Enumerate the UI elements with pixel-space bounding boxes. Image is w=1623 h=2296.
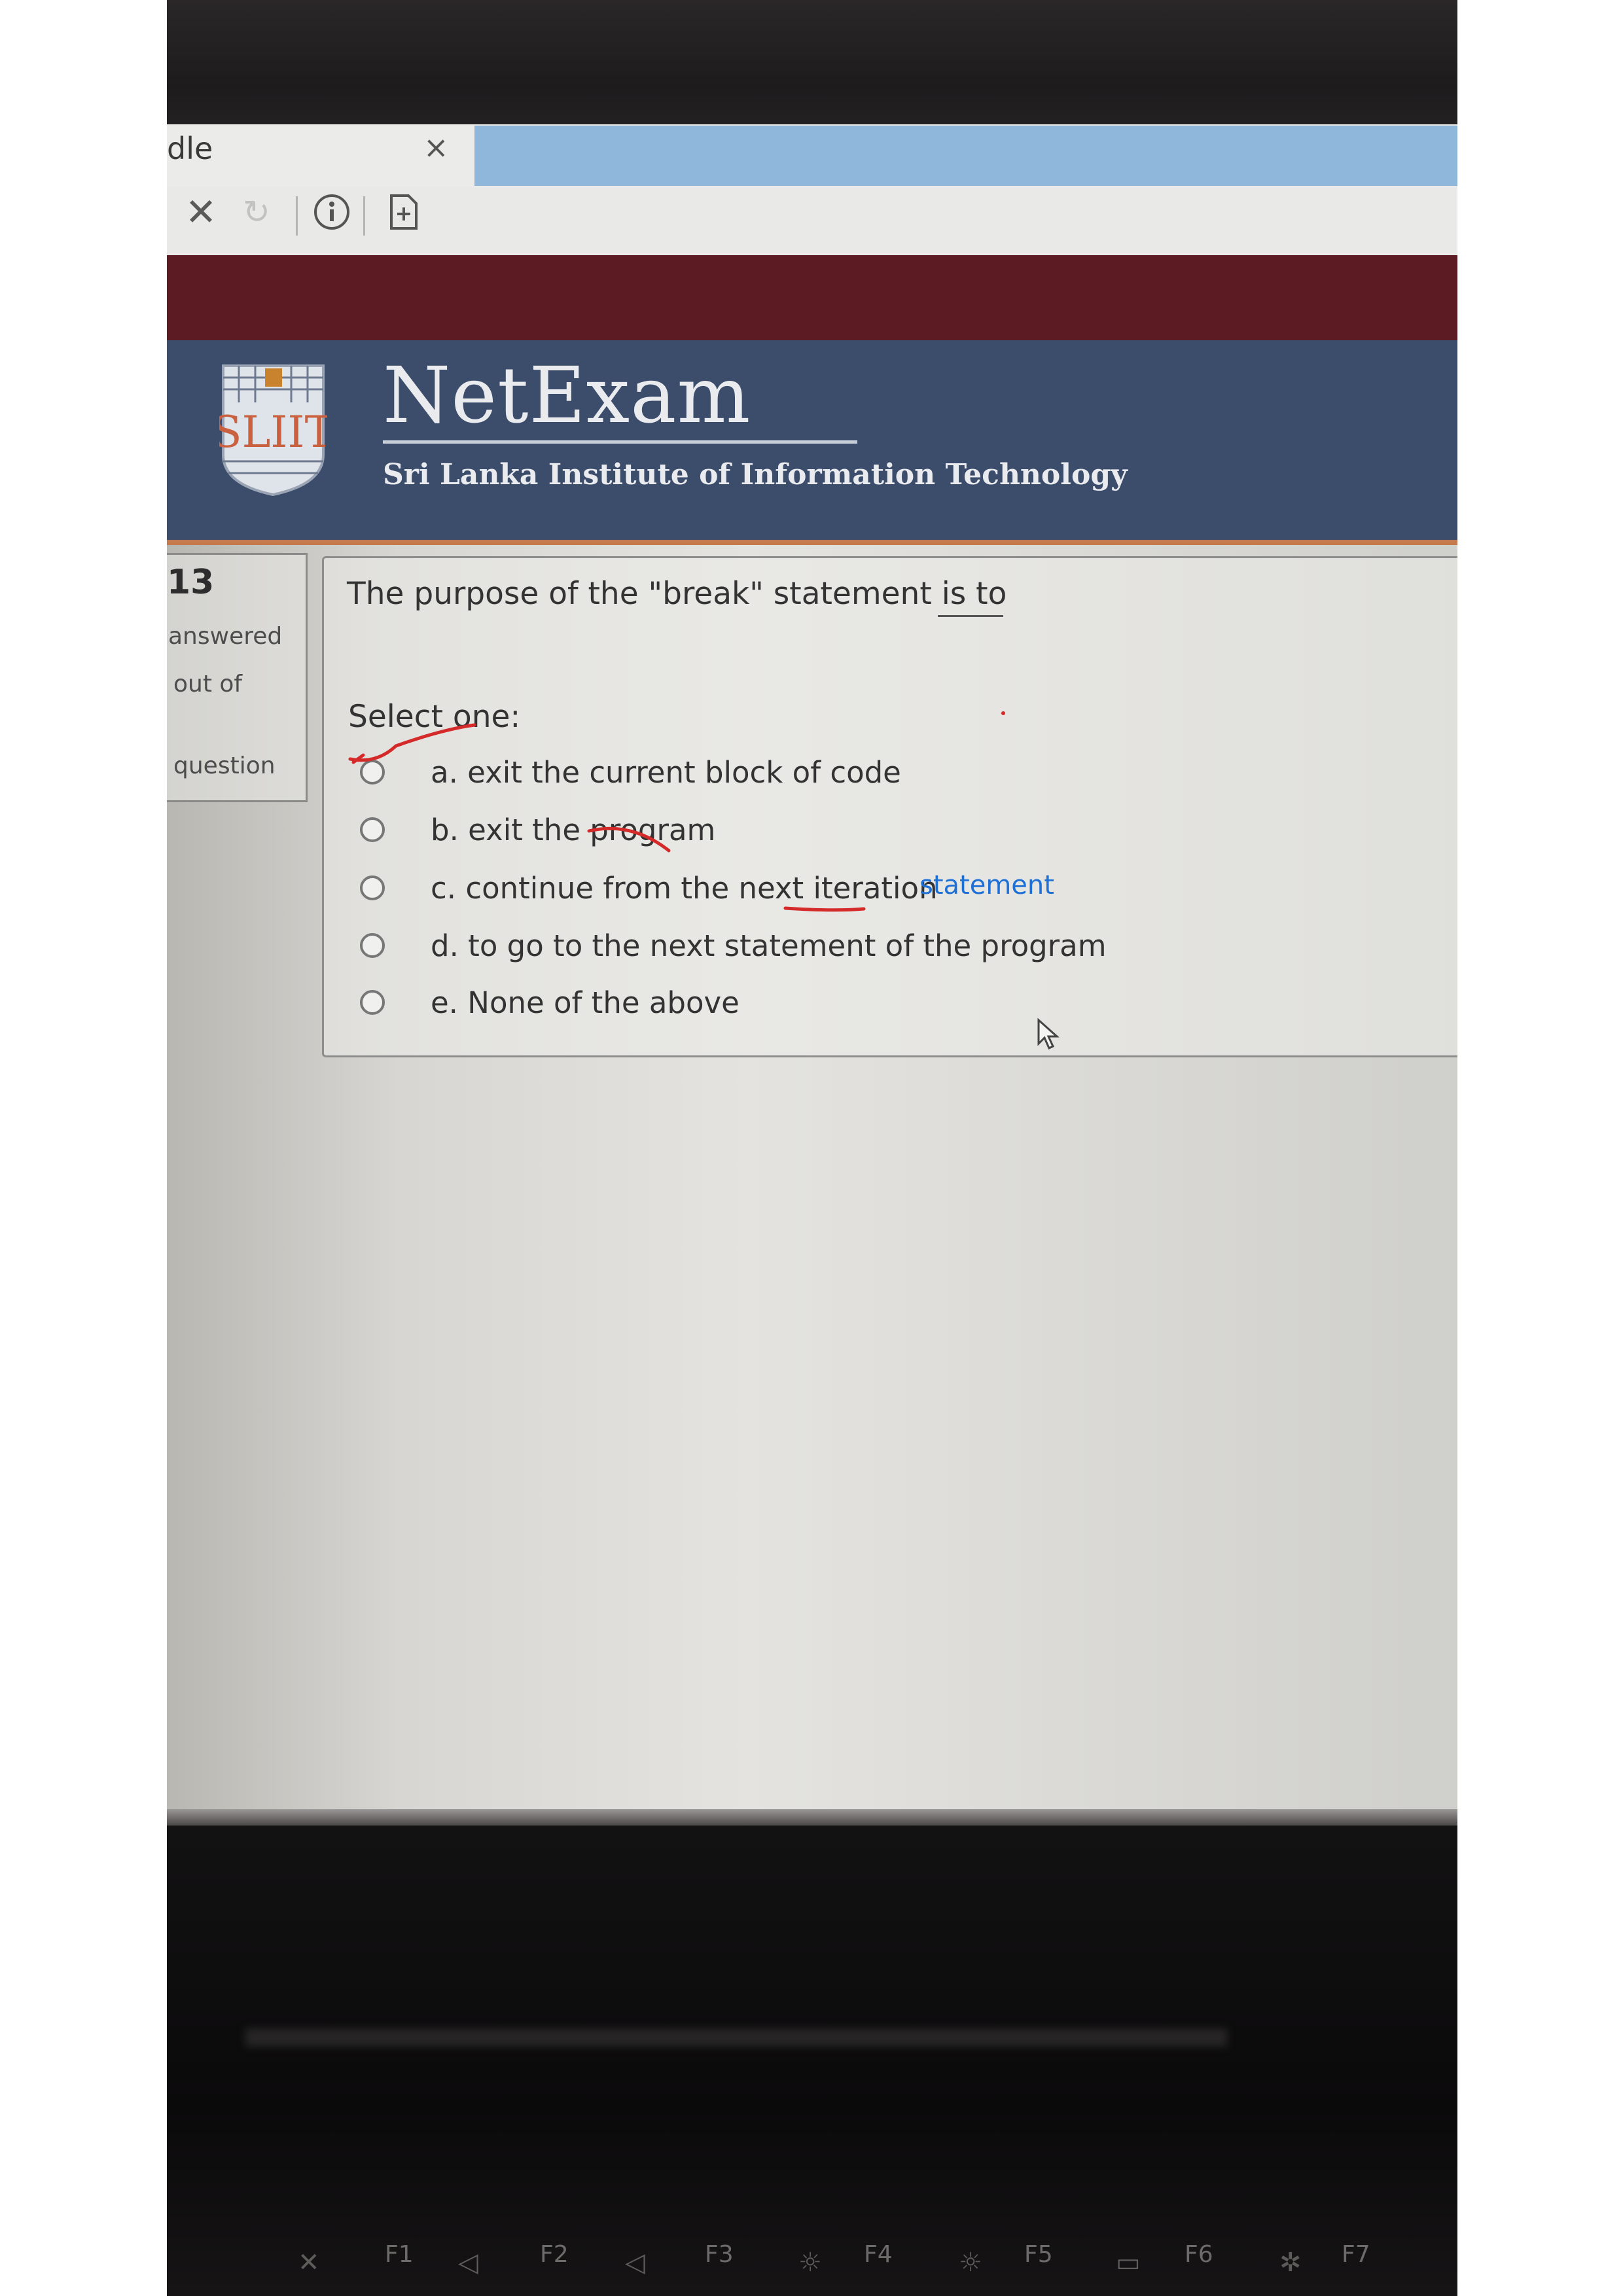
monitor-bezel: [167, 0, 1457, 124]
page-icon[interactable]: [386, 191, 421, 233]
f6-key: F6: [1185, 2241, 1213, 2268]
site-subtitle: Sri Lanka Institute of Information Techn…: [383, 458, 1128, 491]
title-divider: [383, 440, 857, 444]
toolbar-separator: [363, 196, 365, 236]
radio-button[interactable]: [360, 990, 385, 1015]
f4-key: F4: [864, 2241, 893, 2268]
stop-icon[interactable]: ✕: [180, 190, 222, 234]
volume-up-icon: ◁: [625, 2248, 645, 2278]
question-number: 13: [167, 563, 215, 602]
site-title: NetExam: [383, 350, 751, 440]
sliit-logo: SLIIT: [219, 364, 327, 497]
monitor-bottom-edge: [167, 1809, 1457, 1826]
option-label: d. to go to the next statement of the pr…: [431, 928, 1107, 963]
mouse-cursor-icon: [1037, 1017, 1060, 1050]
logo-text: SLIIT: [219, 407, 327, 457]
f3-key: F3: [705, 2241, 734, 2268]
f7-key: F7: [1342, 2241, 1370, 2268]
option-label: a. exit the current block of code: [431, 754, 901, 790]
laptop-keyboard: [167, 1826, 1457, 2296]
option-label: b. exit the program: [431, 812, 716, 847]
radio-button[interactable]: [360, 760, 385, 785]
option-label: e. None of the above: [431, 985, 740, 1020]
brightness-up-icon: ☼: [959, 2248, 982, 2278]
photo-of-screen: dle × ✕ ↻ SLIIT NetExam Sri Lanka Instit…: [167, 0, 1457, 2296]
brightness-down-icon: ☼: [798, 2248, 822, 2278]
radio-button[interactable]: [360, 817, 385, 842]
info-icon[interactable]: [311, 191, 353, 233]
f5-key: F5: [1024, 2241, 1053, 2268]
option-label: c. continue from the next iteration: [431, 870, 938, 906]
answer-option-c[interactable]: c. continue from the next iteration: [360, 865, 938, 911]
answer-option-e[interactable]: e. None of the above: [360, 980, 740, 1025]
radio-button[interactable]: [360, 933, 385, 958]
answer-option-a[interactable]: a. exit the current block of code: [360, 749, 901, 795]
question-marks: out of: [173, 671, 243, 698]
new-tab-area[interactable]: [474, 126, 1457, 186]
f1-key: F1: [385, 2241, 414, 2268]
annotation-text: statement: [919, 870, 1054, 900]
flag-question-link[interactable]: question: [173, 752, 276, 779]
keyboard-reflection: [245, 2028, 1227, 2047]
keyboard-light-icon: ✲: [1279, 2248, 1302, 2278]
reload-icon[interactable]: ↻: [239, 191, 274, 233]
answer-option-d[interactable]: d. to go to the next statement of the pr…: [360, 923, 1107, 968]
mute-icon: ✕: [298, 2248, 320, 2278]
display-icon: ▭: [1116, 2248, 1141, 2278]
tab-close-icon[interactable]: ×: [423, 130, 449, 165]
answer-option-b[interactable]: b. exit the program: [360, 807, 715, 853]
question-text: The purpose of the "break" statement is …: [347, 576, 1007, 612]
select-one-prompt: Select one:: [348, 699, 521, 735]
volume-down-icon: ◁: [458, 2248, 478, 2278]
browser-toolbar: [167, 186, 1457, 258]
toolbar-separator: [296, 196, 298, 236]
f2-key: F2: [540, 2241, 569, 2268]
question-status: answered: [168, 623, 283, 650]
radio-button[interactable]: [360, 875, 385, 900]
site-top-band: [167, 255, 1457, 347]
browser-tab-title[interactable]: dle: [167, 131, 213, 166]
answer-blank: [938, 615, 1003, 617]
